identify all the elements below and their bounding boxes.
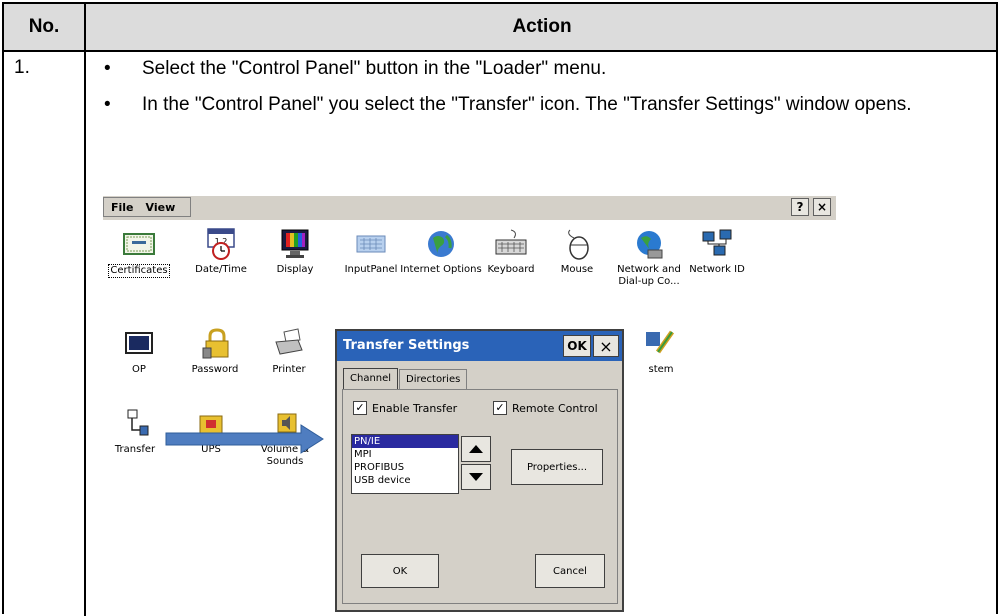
monitor-op-icon — [122, 328, 156, 360]
cp-item-label: Date/Time — [195, 264, 247, 275]
remote-control-checkbox[interactable]: ✓ Remote Control — [493, 401, 598, 415]
transfer-settings-dialog: Transfer Settings OK × Channel Directori… — [335, 329, 624, 612]
cp-item-label: Mouse — [560, 264, 594, 275]
cp-item-system[interactable]: stem — [619, 328, 703, 376]
arrow-up-icon — [469, 445, 483, 453]
cp-item-date-time[interactable]: 1 2 Date/Time — [179, 228, 263, 276]
bullet-item: • In the "Control Panel" you select the … — [100, 92, 980, 117]
remote-control-label: Remote Control — [512, 401, 598, 415]
tab-channel[interactable]: Channel — [343, 368, 399, 389]
cp-item-op[interactable]: OP — [97, 328, 181, 376]
printer-icon — [272, 328, 306, 360]
globe-icon — [424, 228, 458, 260]
network-globe-icon — [632, 228, 666, 260]
cp-item-label: Transfer — [114, 444, 156, 455]
menu-file[interactable]: File — [111, 201, 134, 214]
callout-arrow-icon — [165, 424, 324, 454]
menu-view[interactable]: View — [146, 201, 176, 214]
step-number: 1. — [14, 57, 30, 78]
keyboard-panel-icon — [354, 228, 388, 260]
network-computers-icon — [700, 228, 734, 260]
list-item[interactable]: PN/IE — [352, 435, 458, 448]
checkbox-mark: ✓ — [493, 401, 507, 415]
bullet-dot: • — [104, 94, 111, 115]
dialog-close-button[interactable]: × — [593, 335, 619, 357]
bullet-item: • Select the "Control Panel" button in t… — [100, 56, 980, 81]
padlock-icon — [198, 328, 232, 360]
enable-transfer-checkbox[interactable]: ✓ Enable Transfer — [353, 401, 457, 415]
cp-item-label: Password — [191, 364, 239, 375]
properties-button[interactable]: Properties... — [511, 449, 603, 485]
close-button[interactable]: × — [813, 198, 831, 216]
bullet-text: Select the "Control Panel" button in the… — [142, 58, 607, 79]
calendar-clock-icon: 1 2 — [204, 228, 238, 260]
certificate-icon — [122, 228, 156, 260]
cp-item-label: Printer — [272, 364, 306, 375]
enable-transfer-label: Enable Transfer — [372, 401, 458, 415]
monitor-icon — [278, 228, 312, 260]
cp-item-label: Certificates — [108, 264, 170, 278]
cp-item-password[interactable]: Password — [173, 328, 257, 376]
ok-button[interactable]: OK — [361, 554, 439, 588]
cp-item-display[interactable]: Display — [253, 228, 337, 276]
channel-listbox[interactable]: PN/IE MPI PROFIBUS USB device — [351, 434, 459, 494]
help-button[interactable]: ? — [791, 198, 809, 216]
cp-item-label: Network ID — [689, 264, 745, 275]
list-item[interactable]: PROFIBUS — [352, 461, 458, 474]
action-bullets: • Select the "Control Panel" button in t… — [100, 56, 980, 128]
cp-item-label: InputPanel — [344, 264, 398, 275]
list-item[interactable]: MPI — [352, 448, 458, 461]
system-icon — [644, 328, 678, 360]
checkbox-mark: ✓ — [353, 401, 367, 415]
bullet-dot: • — [104, 58, 111, 79]
list-item[interactable]: USB device — [352, 474, 458, 487]
tab-directories[interactable]: Directories — [399, 369, 468, 389]
table-header-row: No. Action — [4, 4, 996, 52]
scroll-up-button[interactable] — [461, 436, 491, 462]
cp-item-printer[interactable]: Printer — [247, 328, 331, 376]
cp-item-label: OP — [132, 364, 146, 375]
cp-item-certificates[interactable]: Certificates — [97, 228, 181, 278]
menu-bar: File View — [103, 197, 191, 217]
dialog-ok-top-button[interactable]: OK — [563, 335, 591, 357]
arrow-down-icon — [469, 473, 483, 481]
cp-item-label: Keyboard — [487, 264, 535, 275]
cp-item-label: Display — [276, 264, 314, 275]
scroll-down-button[interactable] — [461, 464, 491, 490]
transfer-icon — [118, 408, 152, 440]
mouse-icon — [560, 228, 594, 260]
control-panel-menubar: File View ? × — [103, 196, 836, 221]
cp-item-network-id[interactable]: Network ID — [675, 228, 759, 276]
header-no: No. — [28, 16, 60, 37]
bullet-text: In the "Control Panel" you select the "T… — [142, 94, 912, 115]
header-action: Action — [512, 16, 572, 37]
cp-item-label: stem — [648, 364, 674, 375]
cancel-button[interactable]: Cancel — [535, 554, 605, 588]
column-divider — [84, 4, 86, 616]
keyboard-icon — [494, 228, 528, 260]
